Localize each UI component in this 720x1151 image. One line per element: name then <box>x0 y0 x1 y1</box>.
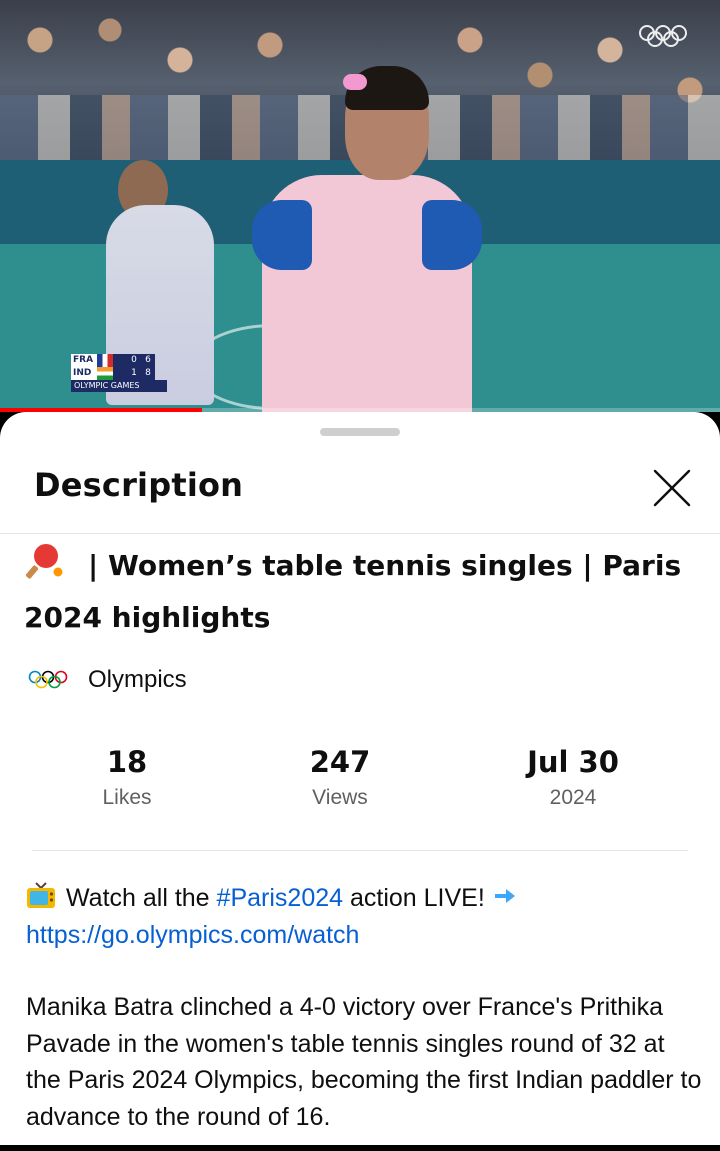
scoreboard-points: 8 <box>141 367 155 380</box>
france-flag-icon <box>97 354 113 367</box>
scoreboard-spacer <box>113 354 127 367</box>
drag-handle[interactable] <box>320 428 400 436</box>
likes-stat: 18 Likes <box>27 744 227 810</box>
scoreboard-sets: 0 <box>127 354 141 367</box>
scoreboard: FRA 0 6 IND 1 8 OLYMPIC GAMES <box>71 354 167 392</box>
channel-link[interactable]: Olympics <box>28 660 187 700</box>
scoreboard-row-ind: IND 1 8 <box>71 367 167 380</box>
scoreboard-country: IND <box>71 367 97 380</box>
ping-pong-paddle-icon <box>26 544 63 579</box>
scoreboard-spacer <box>113 367 127 380</box>
upload-date: Jul 30 <box>527 745 619 779</box>
video-title: | Women’s table tennis singles | Paris 2… <box>24 540 704 644</box>
divider <box>32 850 688 851</box>
date-stat: Jul 30 2024 <box>473 744 673 810</box>
description-body: Manika Batra clinched a 4-0 victory over… <box>26 993 702 1131</box>
sheet-title: Description <box>34 466 244 504</box>
views-count: 247 <box>309 745 371 779</box>
likes-label: Likes <box>102 786 152 809</box>
views-label: Views <box>312 786 368 809</box>
scoreboard-points: 6 <box>141 354 155 367</box>
scoreboard-country: FRA <box>71 354 97 367</box>
video-stats: 18 Likes 247 Views Jul 30 2024 <box>0 744 720 824</box>
close-icon <box>653 469 691 507</box>
scoreboard-sets: 1 <box>127 367 141 380</box>
india-flag-icon <box>97 367 113 380</box>
sheet-header: Description <box>0 444 720 534</box>
television-icon <box>27 882 55 908</box>
description-sheet: Description | Women’s table tennis singl… <box>0 412 720 1145</box>
promo-line: Watch all the #Paris2024 action LIVE! <box>26 880 706 917</box>
close-button[interactable] <box>646 462 698 514</box>
player-figure <box>252 175 482 412</box>
views-stat: 247 Views <box>240 744 440 810</box>
watch-link[interactable]: https://go.olympics.com/watch <box>26 917 706 954</box>
promo-suffix: action LIVE! <box>349 884 485 912</box>
upload-year: 2024 <box>549 786 597 809</box>
right-arrow-icon <box>494 889 515 903</box>
likes-count: 18 <box>106 745 148 779</box>
scoreboard-label: OLYMPIC GAMES <box>71 380 167 392</box>
hashtag-link[interactable]: #Paris2024 <box>217 884 343 912</box>
description-text: Watch all the #Paris2024 action LIVE! ht… <box>26 880 706 1135</box>
channel-name: Olympics <box>88 666 187 693</box>
promo-prefix: Watch all the <box>66 884 210 912</box>
olympic-rings-watermark-icon <box>639 25 687 47</box>
video-player[interactable]: FRA 0 6 IND 1 8 OLYMPIC GAMES <box>0 0 720 412</box>
system-nav-bar <box>0 1145 720 1151</box>
olympic-rings-icon <box>28 670 68 689</box>
player-scrunchie <box>343 74 367 90</box>
video-title-text: | Women’s table tennis singles | Paris 2… <box>24 549 682 634</box>
scoreboard-row-fra: FRA 0 6 <box>71 354 167 367</box>
